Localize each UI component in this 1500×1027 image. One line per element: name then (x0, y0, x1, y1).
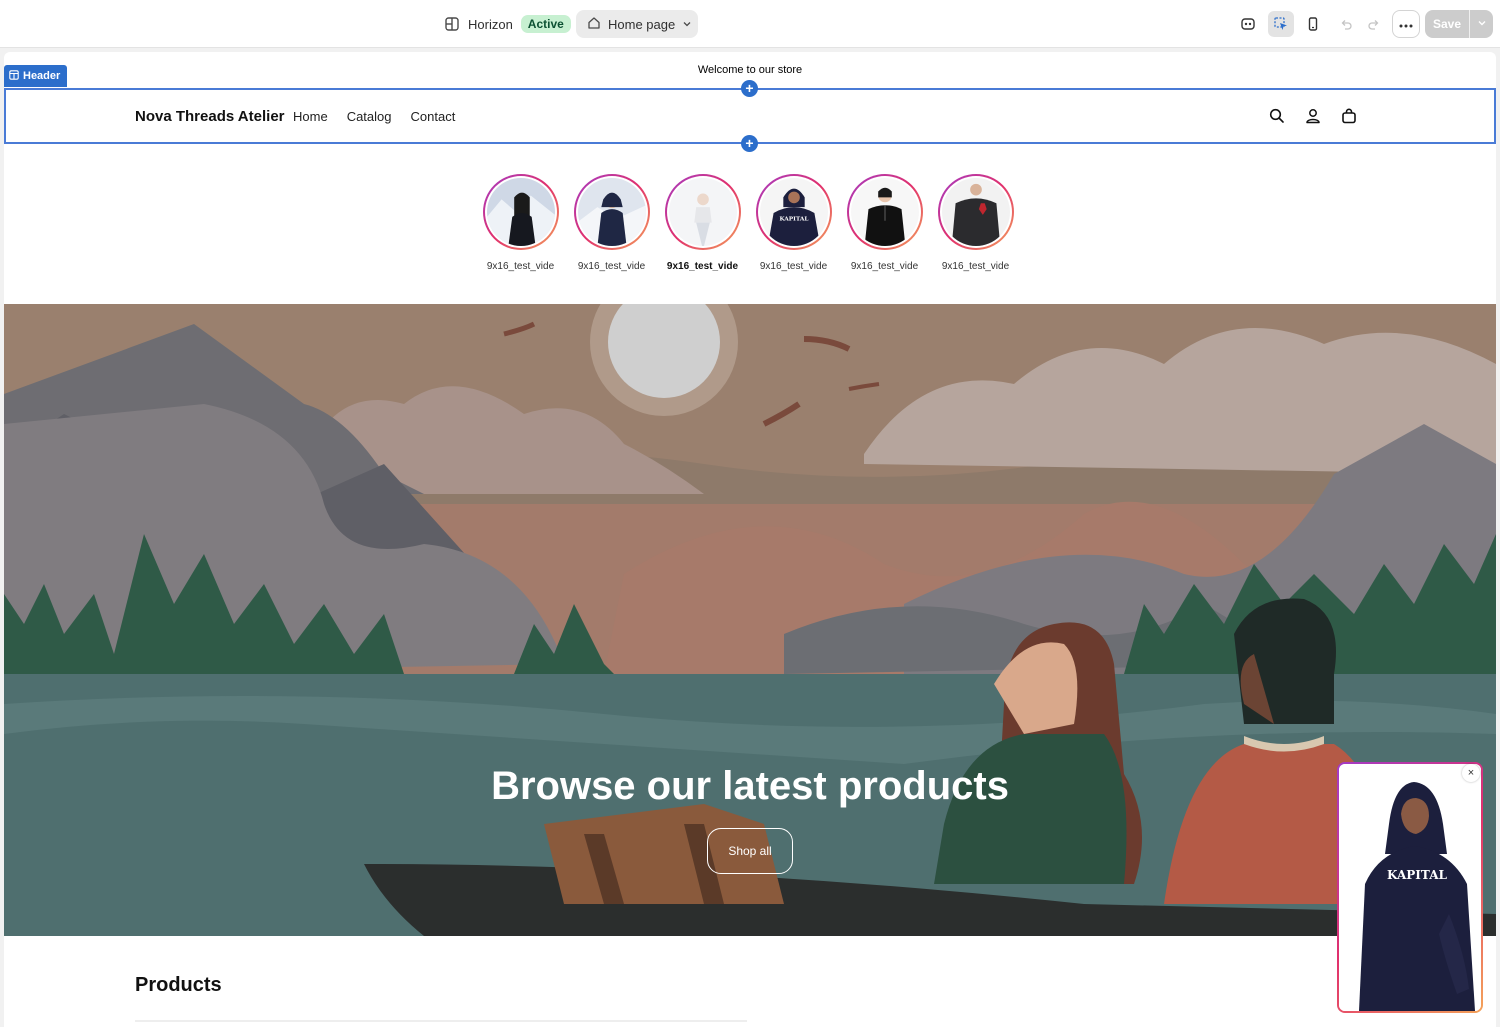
chevron-down-icon (682, 17, 692, 32)
story-label: 9x16_test_vide (666, 261, 739, 272)
story-ring (846, 174, 923, 250)
search-icon[interactable] (1268, 107, 1286, 125)
hero-title: Browse our latest products (491, 764, 1009, 808)
story-item[interactable]: 9x16_test_vide (573, 174, 650, 272)
story-thumbnail (486, 178, 555, 246)
mobile-preview-icon[interactable] (1300, 11, 1326, 37)
shirt-print: KAPITAL (779, 217, 808, 223)
theme-name: Horizon (468, 16, 513, 32)
video-stories: 9x16_test_vide 9x16_test_vide 9x16_test_… (482, 174, 1014, 272)
cart-icon[interactable] (1340, 107, 1358, 125)
shop-all-button[interactable]: Shop all (707, 828, 793, 874)
story-label: 9x16_test_vide (941, 261, 1010, 272)
story-label: 9x16_test_vide (577, 261, 646, 272)
store-logo[interactable]: Nova Threads Atelier (135, 108, 285, 125)
ellipsis-icon (1399, 15, 1413, 33)
home-icon (587, 16, 601, 33)
story-label: 9x16_test_vide (759, 261, 828, 272)
story-thumbnail (941, 178, 1010, 246)
more-actions-button[interactable] (1392, 10, 1420, 38)
theme-selector[interactable]: Horizon Active (444, 12, 571, 36)
page-select[interactable]: Home page (576, 10, 698, 38)
section-icon (9, 69, 19, 83)
story-item[interactable]: 9x16_test_vide (482, 174, 559, 272)
products-heading: Products (135, 974, 222, 996)
redo-icon[interactable] (1361, 11, 1387, 37)
nav-item-contact[interactable]: Contact (411, 109, 456, 124)
save-options-button[interactable] (1469, 10, 1493, 38)
account-icon[interactable] (1304, 107, 1322, 125)
products-divider (135, 1020, 747, 1022)
nav-item-home[interactable]: Home (293, 109, 328, 124)
story-item[interactable]: 9x16_test_vide (846, 174, 923, 272)
main-nav: Home Catalog Contact (293, 109, 455, 124)
layout-icon (444, 16, 460, 32)
story-ring (573, 174, 650, 250)
close-icon[interactable]: × (1462, 764, 1480, 782)
sidekick-icon[interactable] (1235, 11, 1261, 37)
story-label: 9x16_test_vide (850, 261, 919, 272)
story-ring (664, 174, 741, 250)
floating-video-player[interactable]: × KAPITAL (1337, 762, 1483, 1013)
add-section-above-button[interactable]: + (741, 80, 758, 97)
store-preview: Welcome to our store Header + Nova Threa… (4, 52, 1496, 1027)
story-thumbnail: KAPITAL (759, 178, 828, 246)
story-thumbnail (850, 178, 919, 246)
story-ring (937, 174, 1014, 250)
editor-topbar: Horizon Active Home page Save (0, 0, 1500, 48)
page-select-label: Home page (608, 16, 676, 32)
story-item[interactable]: 9x16_test_vide (937, 174, 1014, 272)
story-ring: KAPITAL (755, 174, 832, 250)
story-ring (482, 174, 559, 250)
story-label: 9x16_test_vide (486, 261, 555, 272)
chevron-down-icon (1477, 15, 1487, 33)
story-thumbnail (577, 178, 646, 246)
shirt-print: KAPITAL (1387, 868, 1447, 882)
active-badge: Active (520, 15, 571, 33)
header-actions (1268, 107, 1358, 125)
undo-icon[interactable] (1333, 11, 1359, 37)
nav-item-catalog[interactable]: Catalog (347, 109, 392, 124)
story-item[interactable]: 9x16_test_vide (664, 174, 741, 272)
save-button[interactable]: Save (1425, 10, 1469, 38)
floating-video-frame: KAPITAL (1339, 764, 1481, 1011)
story-thumbnail (668, 178, 737, 246)
inspector-icon[interactable] (1268, 11, 1294, 37)
section-tag-label: Header (23, 70, 61, 82)
section-tag-header[interactable]: Header (4, 65, 68, 87)
story-item[interactable]: KAPITAL 9x16_test_vide (755, 174, 832, 272)
add-section-below-button[interactable]: + (741, 135, 758, 152)
hero-banner: Browse our latest products Shop all (4, 304, 1496, 936)
